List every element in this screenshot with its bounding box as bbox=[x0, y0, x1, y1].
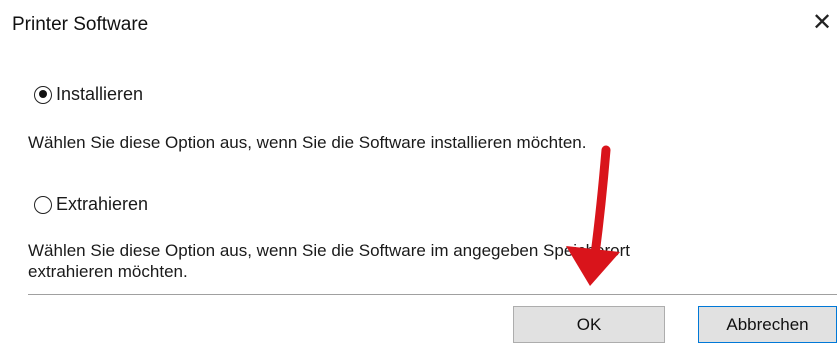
window-title: Printer Software bbox=[12, 14, 149, 35]
radio-extract[interactable]: Extrahieren bbox=[34, 194, 148, 215]
red-arrow-annotation-icon bbox=[566, 145, 620, 286]
radio-install-indicator[interactable] bbox=[34, 85, 52, 104]
cancel-button[interactable]: Abbrechen bbox=[698, 306, 837, 343]
close-icon[interactable]: ✕ bbox=[809, 10, 835, 36]
ok-button[interactable]: OK bbox=[513, 306, 665, 343]
extract-description-line1: Wählen Sie diese Option aus, wenn Sie di… bbox=[28, 241, 630, 260]
divider bbox=[28, 294, 837, 295]
radio-install-label: Installieren bbox=[56, 84, 144, 104]
radio-install[interactable]: Installieren bbox=[34, 84, 143, 105]
radio-extract-label: Extrahieren bbox=[56, 194, 149, 214]
extract-description: Wählen Sie diese Option aus, wenn Sie di… bbox=[28, 240, 788, 282]
radio-extract-indicator[interactable] bbox=[34, 195, 52, 214]
extract-description-line2: extrahieren möchten. bbox=[28, 262, 188, 281]
install-description: Wählen Sie diese Option aus, wenn Sie di… bbox=[28, 133, 587, 152]
